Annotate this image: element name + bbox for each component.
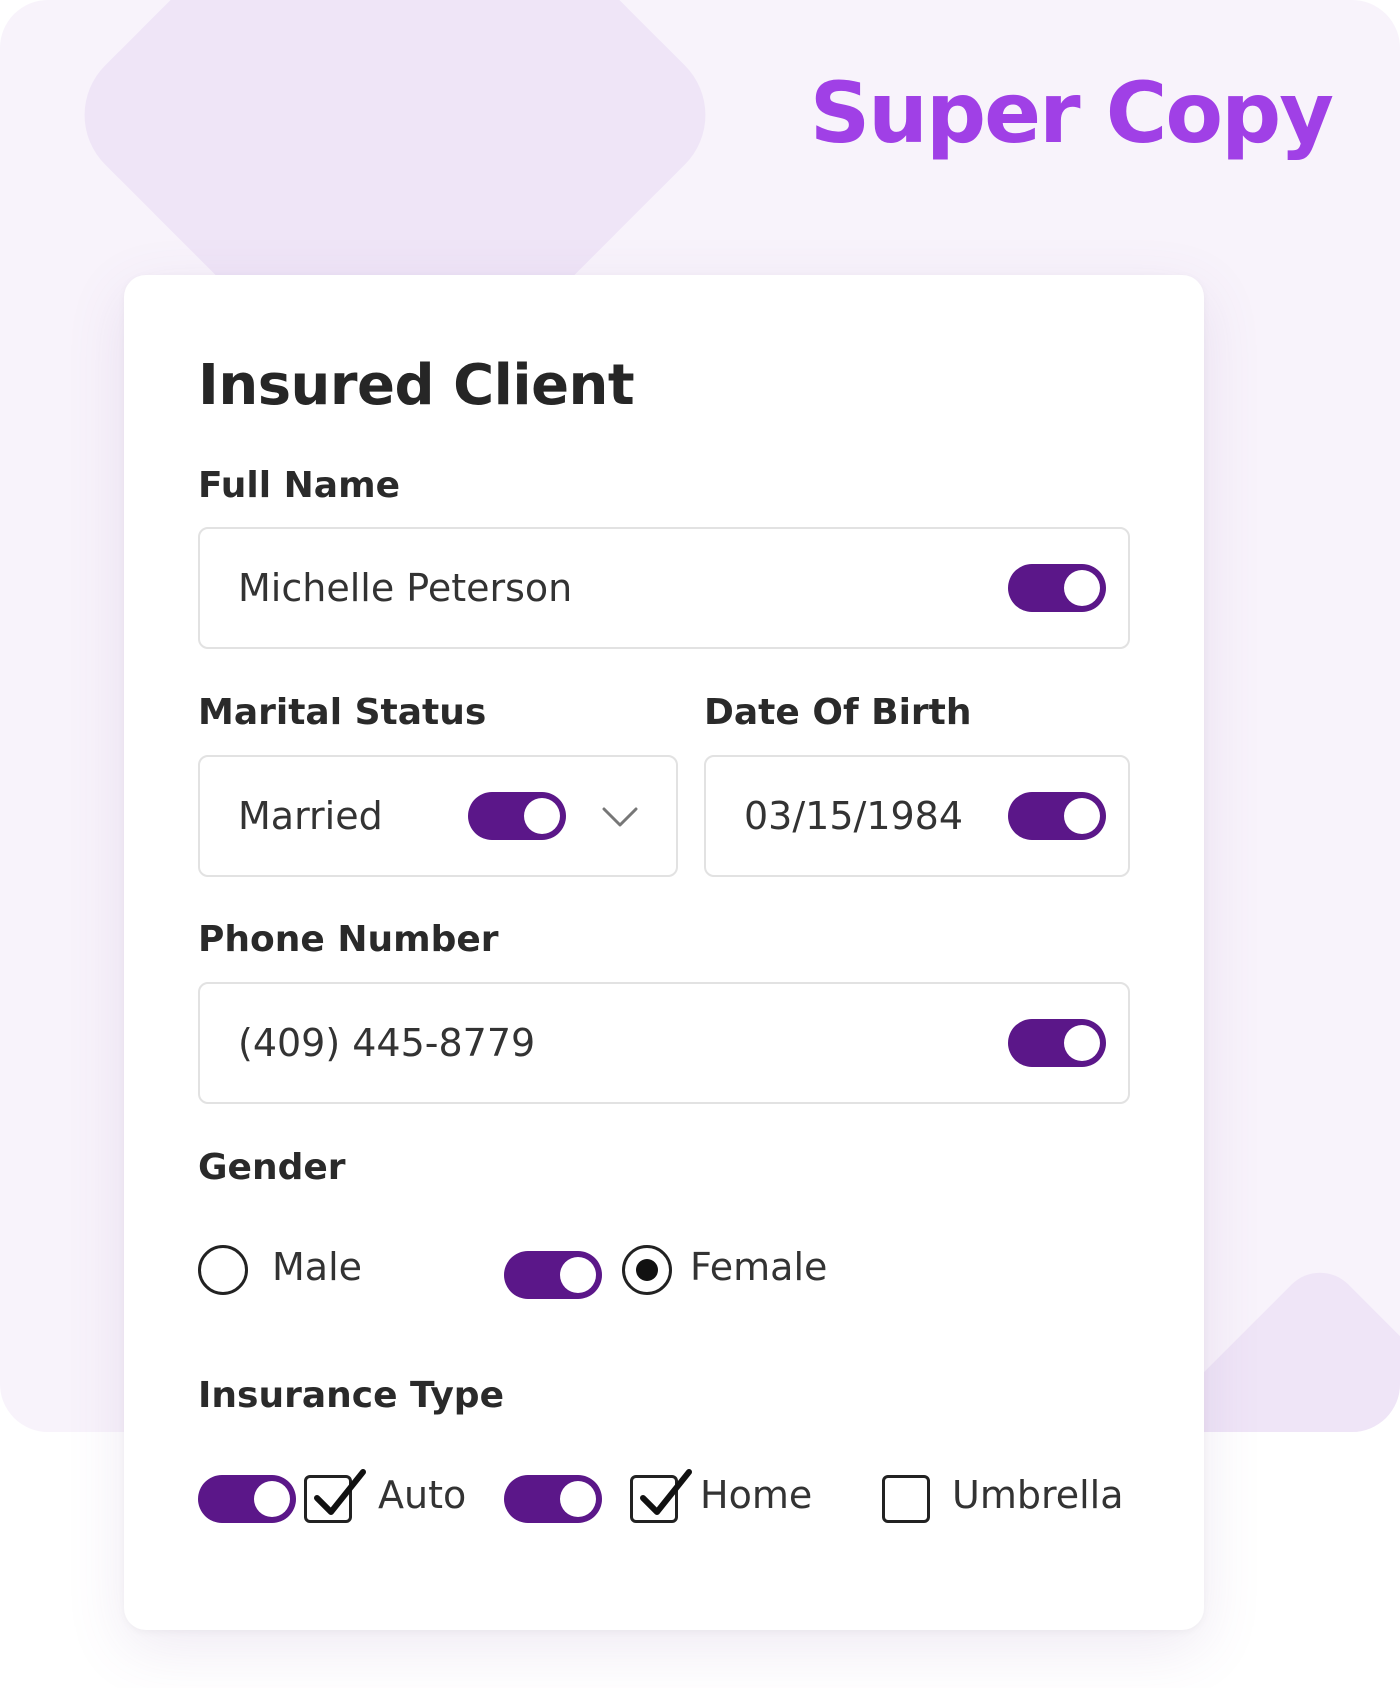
full-name-toggle[interactable] [1008,564,1106,612]
full-name-value: Michelle Peterson [238,566,573,610]
gender-option-label: Female [690,1245,828,1289]
toggle-knob [1064,1025,1100,1061]
gender-option-label: Male [272,1245,363,1289]
marital-status-value: Married [238,794,383,838]
toggle-knob [560,1481,596,1517]
phone-number-field[interactable]: (409) 445-8779 [198,982,1130,1104]
toggle-knob [524,798,560,834]
marital-status-select[interactable]: Married [198,755,678,877]
phone-number-toggle[interactable] [1008,1019,1106,1067]
insurance-option-label: Auto [378,1473,467,1517]
toggle-knob [560,1257,596,1293]
insurance-option-label: Home [700,1473,813,1517]
page: Super Copy Insured Client Full Name Mich… [0,0,1400,1688]
toggle-knob [1064,570,1100,606]
insurance-type-label: Insurance Type [198,1375,504,1416]
insurance-option-label: Umbrella [952,1473,1124,1517]
insurance-umbrella-checkbox[interactable] [882,1475,930,1523]
date-of-birth-field[interactable]: 03/15/1984 [704,755,1130,877]
phone-number-label: Phone Number [198,919,499,960]
insurance-auto-toggle[interactable] [198,1475,296,1523]
gender-label: Gender [198,1147,346,1188]
marital-status-toggle[interactable] [468,792,566,840]
checkmark-icon [314,1469,366,1515]
gender-radio-female[interactable] [622,1245,672,1295]
checkmark-icon [640,1469,692,1515]
date-of-birth-value: 03/15/1984 [744,794,964,838]
gender-radio-male[interactable] [198,1245,248,1295]
toggle-knob [1064,798,1100,834]
insured-client-form: Insured Client Full Name Michelle Peters… [124,275,1204,1630]
date-of-birth-toggle[interactable] [1008,792,1106,840]
radio-selected-dot [636,1259,658,1281]
full-name-label: Full Name [198,465,400,506]
insurance-home-toggle[interactable] [504,1475,602,1523]
toggle-knob [254,1481,290,1517]
form-title: Insured Client [198,353,635,418]
date-of-birth-label: Date Of Birth [704,692,972,733]
insurance-auto-checkbox[interactable] [304,1469,366,1523]
brand-logo: Super Copy [809,64,1334,162]
phone-number-value: (409) 445-8779 [238,1021,536,1065]
full-name-field[interactable]: Michelle Peterson [198,527,1130,649]
insurance-home-checkbox[interactable] [630,1469,692,1523]
chevron-down-icon[interactable] [600,797,640,837]
gender-female-toggle[interactable] [504,1251,602,1299]
marital-status-label: Marital Status [198,692,487,733]
